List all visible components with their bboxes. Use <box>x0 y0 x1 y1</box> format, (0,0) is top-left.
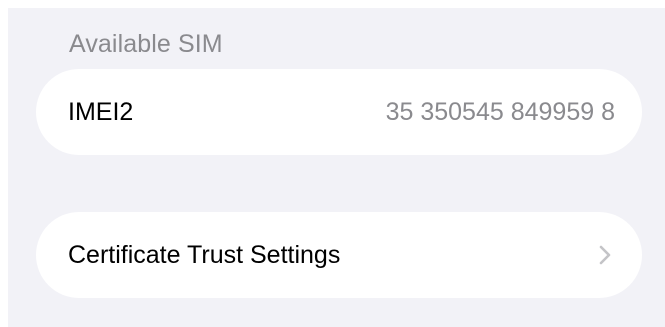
settings-screen: Available SIM IMEI2 35 350545 849959 8 C… <box>8 8 665 327</box>
certificate-trust-settings-label: Certificate Trust Settings <box>68 240 341 269</box>
certificate-trust-settings-row[interactable]: Certificate Trust Settings <box>36 212 642 298</box>
imei-card: IMEI2 35 350545 849959 8 <box>36 69 642 155</box>
certificate-trust-card: Certificate Trust Settings <box>36 212 642 298</box>
imei-label: IMEI2 <box>68 97 134 126</box>
chevron-right-icon <box>599 245 611 265</box>
imei-row[interactable]: IMEI2 35 350545 849959 8 <box>36 69 642 155</box>
section-header-available-sim: Available SIM <box>69 30 223 58</box>
imei-value: 35 350545 849959 8 <box>385 97 615 126</box>
